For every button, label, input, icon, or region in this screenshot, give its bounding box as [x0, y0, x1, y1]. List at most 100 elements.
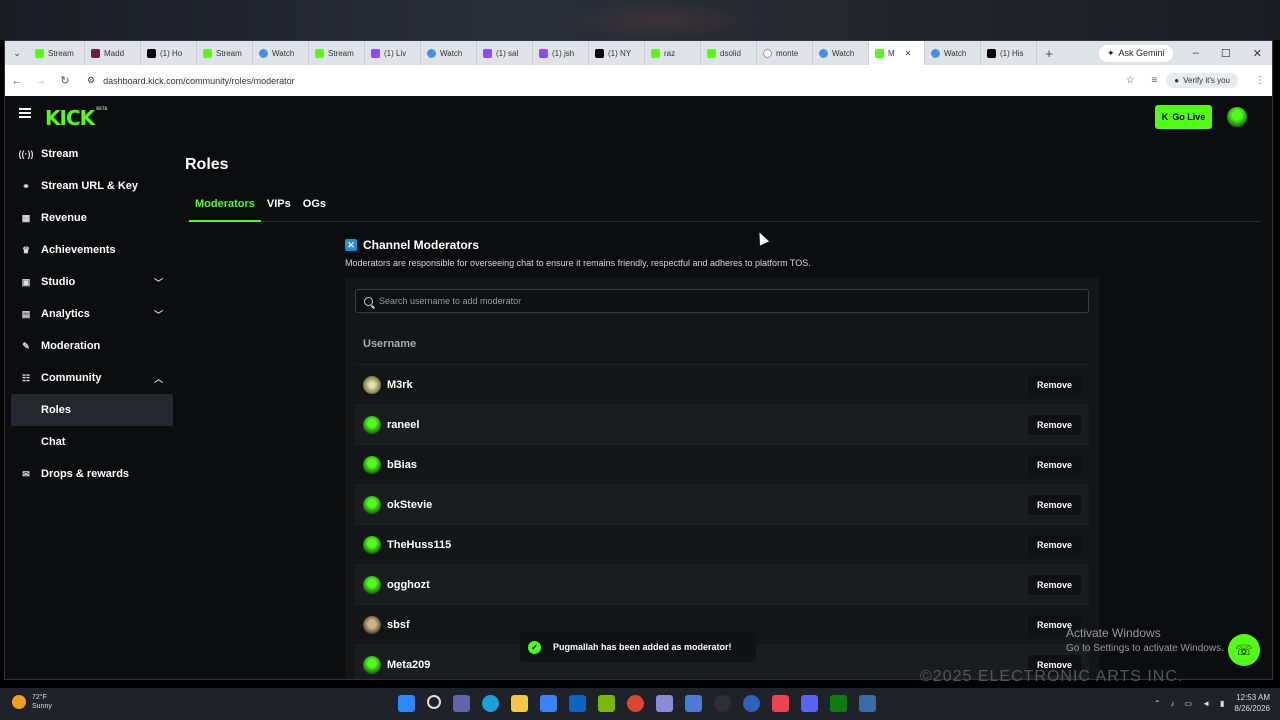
- close-window-icon[interactable]: ✕: [1253, 47, 1262, 60]
- moderator-username[interactable]: ogghozt: [387, 579, 430, 591]
- sidebar-item-analytics[interactable]: ▤ Analytics ﹀: [5, 298, 175, 330]
- file-explorer-icon[interactable]: [511, 695, 528, 712]
- store-icon[interactable]: [540, 695, 557, 712]
- browser-tab[interactable]: Watch: [253, 41, 309, 65]
- support-chat-icon[interactable]: ☏: [1228, 634, 1260, 666]
- site-info-icon[interactable]: ⚙: [87, 75, 95, 86]
- browser-tab[interactable]: (1) NY: [589, 41, 645, 65]
- sidebar-item-moderation[interactable]: ✎ Moderation: [5, 330, 175, 362]
- reload-icon[interactable]: ↻: [53, 74, 77, 87]
- back-icon[interactable]: ←: [5, 75, 29, 87]
- sidebar-item-revenue[interactable]: ▦ Revenue: [5, 202, 175, 234]
- moderator-username[interactable]: bBias: [387, 459, 417, 471]
- search-input[interactable]: [379, 296, 1059, 306]
- volume-icon[interactable]: ◄: [1202, 699, 1210, 708]
- discord-icon[interactable]: [801, 695, 818, 712]
- start-icon[interactable]: [398, 695, 415, 712]
- clock[interactable]: 12:53 AM 8/26/2026: [1234, 692, 1270, 714]
- avatar: [363, 415, 381, 434]
- browser-tab[interactable]: monte: [757, 41, 813, 65]
- tab-vips[interactable]: VIPs: [261, 198, 297, 222]
- moderator-username[interactable]: okStevie: [387, 499, 432, 511]
- remove-button[interactable]: Remove: [1027, 414, 1081, 435]
- browser-tab[interactable]: Stream: [29, 41, 85, 65]
- obs-icon[interactable]: [714, 695, 731, 712]
- trophy-icon: ♛: [21, 244, 31, 255]
- chevron-up-icon[interactable]: ︿: [154, 372, 163, 385]
- weather-widget[interactable]: 72°F Sunny: [12, 693, 52, 711]
- menu-icon[interactable]: ⋮: [1248, 75, 1272, 86]
- sidebar-item-label: Revenue: [41, 212, 87, 224]
- bookmark-star-icon[interactable]: ☆: [1118, 75, 1142, 86]
- tab-moderators[interactable]: Moderators: [189, 198, 261, 222]
- browser-tab[interactable]: Watch: [925, 41, 981, 65]
- browser-tab[interactable]: (1) jsh: [533, 41, 589, 65]
- sidebar-item-stream-url-key[interactable]: ⚭ Stream URL & Key: [5, 170, 175, 202]
- hamburger-icon[interactable]: [19, 108, 31, 118]
- app-icon[interactable]: [685, 695, 702, 712]
- monitor-icon[interactable]: [859, 695, 876, 712]
- moderator-username[interactable]: raneel: [387, 419, 419, 431]
- kick-logo[interactable]: KICK BETA: [45, 106, 107, 130]
- forward-icon[interactable]: →: [29, 75, 53, 87]
- remove-button[interactable]: Remove: [1027, 454, 1081, 475]
- url-field[interactable]: dashboard.kick.com/community/roles/moder…: [103, 76, 295, 86]
- chrome-icon[interactable]: [627, 695, 644, 712]
- edge-icon[interactable]: [482, 695, 499, 712]
- tab-search-icon[interactable]: ⌄: [5, 48, 29, 59]
- browser-tab[interactable]: (1) sal: [477, 41, 533, 65]
- browser-tab[interactable]: Watch: [421, 41, 477, 65]
- verify-button[interactable]: ● Verify it's you: [1166, 73, 1238, 88]
- ask-gemini-button[interactable]: ✦ Ask Gemini: [1099, 44, 1173, 62]
- remove-button[interactable]: Remove: [1027, 574, 1081, 595]
- remove-button[interactable]: Remove: [1027, 494, 1081, 515]
- sidebar-item-chat[interactable]: Chat: [5, 426, 175, 458]
- link-icon: ⚭: [22, 180, 30, 191]
- chevron-down-icon[interactable]: ﹀: [154, 276, 163, 289]
- twitch-favicon-icon: [539, 48, 548, 58]
- music-icon[interactable]: [772, 695, 789, 712]
- sidebar-item-studio[interactable]: ▣ Studio ﹀: [5, 266, 175, 298]
- browser-tab[interactable]: (1) Ho: [141, 41, 197, 65]
- search-taskbar-icon[interactable]: [427, 695, 441, 709]
- xbox-icon[interactable]: [830, 695, 847, 712]
- minimize-icon[interactable]: –: [1193, 47, 1199, 60]
- teams-icon[interactable]: [453, 695, 470, 712]
- remove-button[interactable]: Remove: [1027, 374, 1081, 395]
- tab-ogs[interactable]: OGs: [297, 198, 332, 222]
- battery-icon[interactable]: ▮: [1220, 699, 1224, 708]
- browser-tab[interactable]: (1) Liv: [365, 41, 421, 65]
- go-live-button[interactable]: K Go Live: [1155, 105, 1212, 129]
- mic-icon[interactable]: ♪: [1171, 699, 1175, 708]
- browser-tab[interactable]: Watch: [813, 41, 869, 65]
- sidebar-item-stream[interactable]: ((·)) Stream: [5, 138, 175, 170]
- browser-tab[interactable]: Stream: [309, 41, 365, 65]
- close-tab-icon[interactable]: ✕: [905, 49, 912, 58]
- maximize-icon[interactable]: ☐: [1221, 47, 1231, 60]
- browser-tab[interactable]: M ✕: [869, 41, 925, 65]
- moderator-username[interactable]: Meta209: [387, 659, 430, 671]
- browser-icon[interactable]: [743, 695, 760, 712]
- moderator-username[interactable]: M3rk: [387, 379, 413, 391]
- chevron-up-icon[interactable]: ⌃: [1154, 699, 1161, 708]
- outlook-icon[interactable]: [569, 695, 586, 712]
- moderator-username[interactable]: TheHuss115: [387, 539, 451, 551]
- new-tab-button[interactable]: +: [1037, 46, 1061, 61]
- sidebar-item-drops-rewards[interactable]: ✉ Drops & rewards: [5, 458, 175, 490]
- nvidia-icon[interactable]: [598, 695, 615, 712]
- moderator-username[interactable]: sbsf: [387, 619, 410, 631]
- game-icon[interactable]: [656, 695, 673, 712]
- sidebar-item-achievements[interactable]: ♛ Achievements: [5, 234, 175, 266]
- browser-tab[interactable]: raz: [645, 41, 701, 65]
- sidebar-item-roles[interactable]: Roles: [11, 394, 173, 426]
- chevron-down-icon[interactable]: ﹀: [154, 308, 163, 321]
- network-icon[interactable]: ▭: [1185, 699, 1193, 708]
- browser-tab[interactable]: dsolid: [701, 41, 757, 65]
- user-avatar[interactable]: [1227, 107, 1247, 127]
- sidebar-item-community[interactable]: ☷ Community ︿: [5, 362, 175, 394]
- browser-tab[interactable]: Madd: [85, 41, 141, 65]
- browser-tab[interactable]: Stream: [197, 41, 253, 65]
- tab-list-icon[interactable]: ≡: [1142, 75, 1166, 86]
- browser-tab[interactable]: (1) His: [981, 41, 1037, 65]
- remove-button[interactable]: Remove: [1027, 534, 1081, 555]
